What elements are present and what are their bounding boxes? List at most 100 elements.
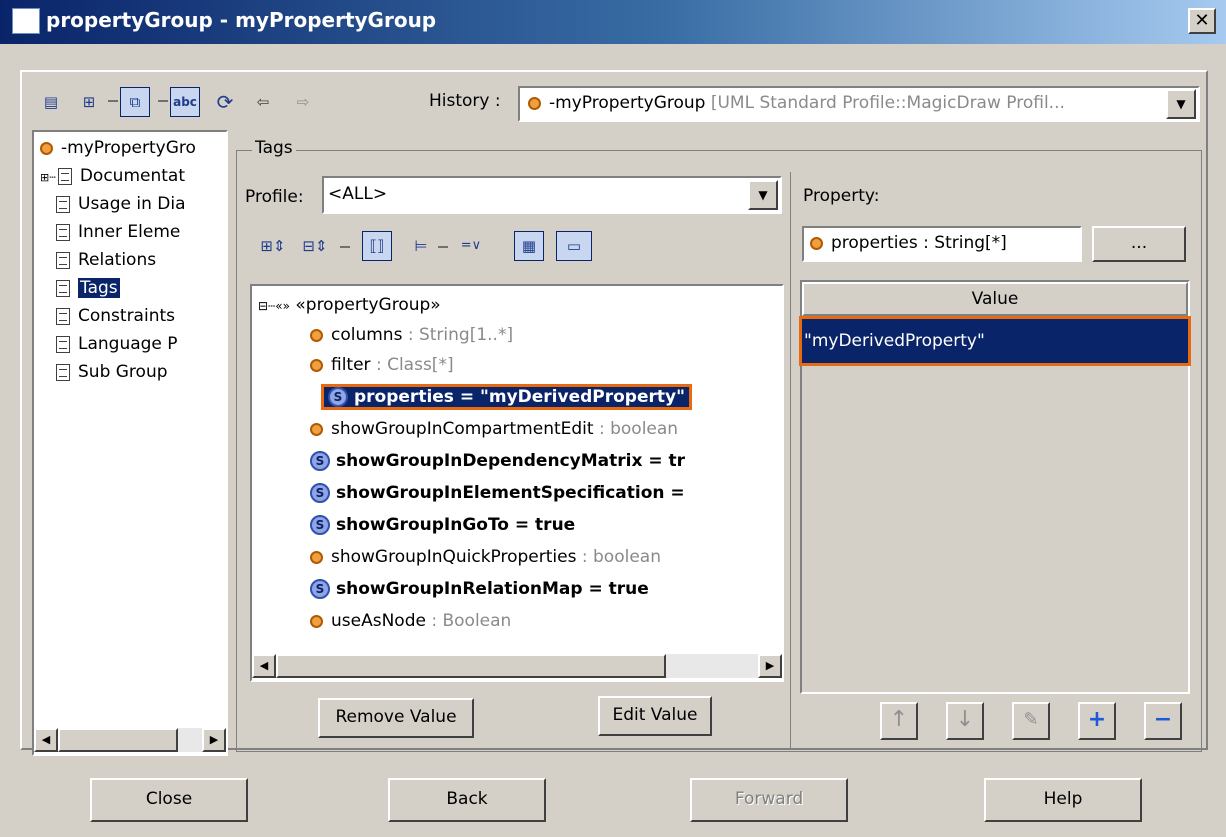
scroll-thumb[interactable] (58, 728, 178, 752)
property-icon (810, 236, 823, 250)
slot-icon: S (310, 483, 330, 503)
move-down-icon[interactable]: ↓ (946, 702, 984, 740)
collapse-icon[interactable]: ⊟┄«» (258, 299, 290, 313)
tag-row[interactable]: showGroupInCompartmentEdit : boolean (310, 414, 678, 444)
tag-row[interactable]: showGroupInQuickProperties : boolean (310, 542, 661, 572)
document-icon (56, 335, 70, 353)
profile-label: Profile: (245, 187, 304, 207)
details-icon[interactable]: ▤ (36, 88, 66, 118)
tags-group-title: Tags (252, 138, 296, 158)
help-button[interactable]: Help (984, 778, 1142, 822)
toolbar-separator (438, 246, 448, 248)
tag-row[interactable]: useAsNode : Boolean (310, 606, 511, 636)
nav-item-label: -myPropertyGro (61, 138, 196, 158)
scroll-right-icon[interactable]: ▶ (202, 728, 226, 752)
history-dropdown[interactable]: -myPropertyGroup [UML Standard Profile::… (518, 86, 1200, 122)
nav-item-label: Inner Eleme (78, 222, 181, 242)
back-arrow-icon[interactable]: ⇦ (248, 88, 278, 118)
nav-item-inner-elements[interactable]: Inner Eleme (56, 218, 180, 246)
tag-row-selected[interactable]: Sproperties = "myDerivedProperty" (321, 382, 692, 412)
expand-icon[interactable]: ⊞┄ (40, 171, 56, 184)
nav-item-label: Relations (78, 250, 157, 270)
tag-row[interactable]: SshowGroupInGoTo = true (310, 510, 575, 540)
history-path: [UML Standard Profile::MagicDraw Profil.… (710, 93, 1065, 113)
nav-item-documentation[interactable]: ⊞┄ Documentat (40, 162, 185, 190)
tag-row[interactable]: filter : Class[*] (310, 350, 454, 380)
history-value: -myPropertyGroup [UML Standard Profile::… (528, 93, 1148, 113)
scroll-left-icon[interactable]: ◀ (34, 728, 58, 752)
navigation-tree: -myPropertyGro ⊞┄ Documentat Usage in Dia… (32, 130, 228, 756)
toolbar-separator (340, 246, 350, 248)
nav-horizontal-scrollbar[interactable]: ◀ ▶ (34, 728, 226, 752)
tag-type: : Boolean (425, 611, 512, 631)
profile-value: <ALL> (328, 184, 388, 204)
tree-horizontal-scrollbar[interactable]: ◀ ▶ (252, 654, 782, 678)
remove-value-button[interactable]: Remove Value (318, 698, 474, 738)
frame-icon[interactable]: ⧉ (120, 87, 150, 117)
document-icon (56, 223, 70, 241)
window-icon (12, 8, 40, 34)
back-button[interactable]: Back (388, 778, 546, 822)
nav-item-sub-group[interactable]: Sub Group (56, 358, 168, 386)
chevron-down-icon[interactable]: ▼ (1166, 89, 1196, 119)
tag-name: showGroupInDependencyMatrix = tr (336, 451, 686, 471)
stereotype-label: «propertyGroup» (295, 295, 441, 315)
stereotype-node[interactable]: ⊟┄«» «propertyGroup» (258, 290, 441, 320)
chevron-down-icon[interactable]: ▼ (748, 180, 778, 210)
tag-type: : boolean (593, 419, 679, 439)
tree-icon[interactable]: ⊞ (74, 88, 104, 118)
empty-tag-icon (310, 328, 323, 342)
tag-row[interactable]: SshowGroupInRelationMap = true (310, 574, 649, 604)
abc-icon[interactable]: abc (170, 87, 200, 117)
property-field: properties : String[*] (802, 226, 1082, 262)
document-icon (56, 307, 70, 325)
nav-item-language-properties[interactable]: Language P (56, 330, 178, 358)
property-label: Property: (803, 186, 880, 206)
nav-item-usage-in-diagrams[interactable]: Usage in Dia (56, 190, 186, 218)
refresh-icon[interactable]: ⟳ (210, 88, 240, 118)
property-value-wrap: properties : String[*] (810, 233, 1007, 253)
scroll-left-icon[interactable]: ◀ (252, 654, 276, 678)
close-button[interactable]: Close (90, 778, 248, 822)
tag-name: useAsNode (331, 611, 426, 631)
nav-item-relations[interactable]: Relations (56, 246, 156, 274)
browse-button[interactable]: ... (1092, 226, 1186, 262)
tag-row[interactable]: columns : String[1..*] (310, 320, 513, 350)
collapse-all-icon[interactable]: ⊟⇕ (300, 232, 330, 262)
forward-arrow-icon[interactable]: ⇨ (288, 88, 318, 118)
hierarchy-icon[interactable]: ⊨ (406, 232, 436, 262)
tag-name: showGroupInGoTo = true (336, 515, 576, 535)
tag-type: : String[1..*] (402, 325, 514, 345)
profile-dropdown[interactable]: <ALL> ▼ (322, 176, 782, 214)
tag-row[interactable]: SshowGroupInDependencyMatrix = tr (310, 446, 685, 476)
move-up-icon[interactable]: ↑ (880, 702, 918, 740)
scroll-right-icon[interactable]: ▶ (758, 654, 782, 678)
document-icon (56, 251, 70, 269)
close-window-button[interactable]: ✕ (1188, 8, 1216, 34)
nav-item-tags[interactable]: Tags (56, 274, 120, 302)
edit-pencil-icon[interactable]: ✎ (1012, 702, 1050, 740)
grid-view-icon[interactable]: ▦ (514, 231, 544, 261)
property-value: properties : String[*] (831, 233, 1007, 253)
filter-values-icon[interactable]: =∨ (456, 232, 486, 262)
toolbar-separator (158, 100, 168, 102)
tag-row[interactable]: SshowGroupInElementSpecification = (310, 478, 685, 508)
property-group-icon (40, 141, 53, 155)
value-row-selected[interactable]: "myDerivedProperty" (799, 316, 1191, 366)
add-icon[interactable]: + (1078, 702, 1116, 740)
document-icon (56, 363, 70, 381)
nav-item-element[interactable]: -myPropertyGro (40, 134, 196, 162)
expand-all-icon[interactable]: ⊞⇕ (258, 232, 288, 262)
edit-value-button[interactable]: Edit Value (598, 696, 712, 736)
show-tags-icon[interactable]: ⟦⟧ (362, 231, 392, 261)
tag-name: showGroupInCompartmentEdit (331, 419, 594, 439)
document-icon (56, 195, 70, 213)
nav-item-constraints[interactable]: Constraints (56, 302, 175, 330)
forward-button[interactable]: Forward (690, 778, 848, 822)
compact-view-icon[interactable]: ▭ (556, 231, 592, 261)
splitter[interactable] (790, 172, 791, 748)
window-title: propertyGroup - myPropertyGroup (46, 8, 437, 32)
remove-icon[interactable]: − (1144, 702, 1182, 740)
scroll-thumb[interactable] (276, 654, 666, 678)
value-column-header[interactable]: Value (802, 282, 1188, 316)
